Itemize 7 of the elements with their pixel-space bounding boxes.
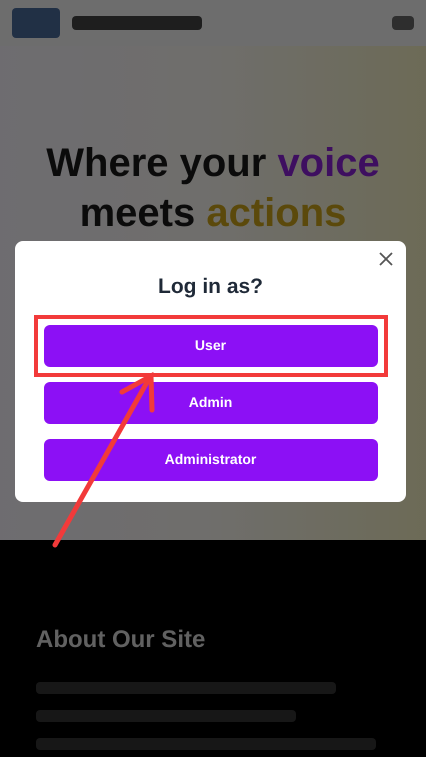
role-button[interactable]: User <box>44 324 378 366</box>
dialog-title: Log in as? <box>158 274 263 300</box>
role-button[interactable]: Admin <box>44 382 378 424</box>
about-heading: About Our Site <box>36 625 206 655</box>
role-button[interactable]: Administrator <box>44 438 378 480</box>
close-icon <box>379 252 393 266</box>
hero-headline: Where your voice meets actions <box>45 140 381 237</box>
